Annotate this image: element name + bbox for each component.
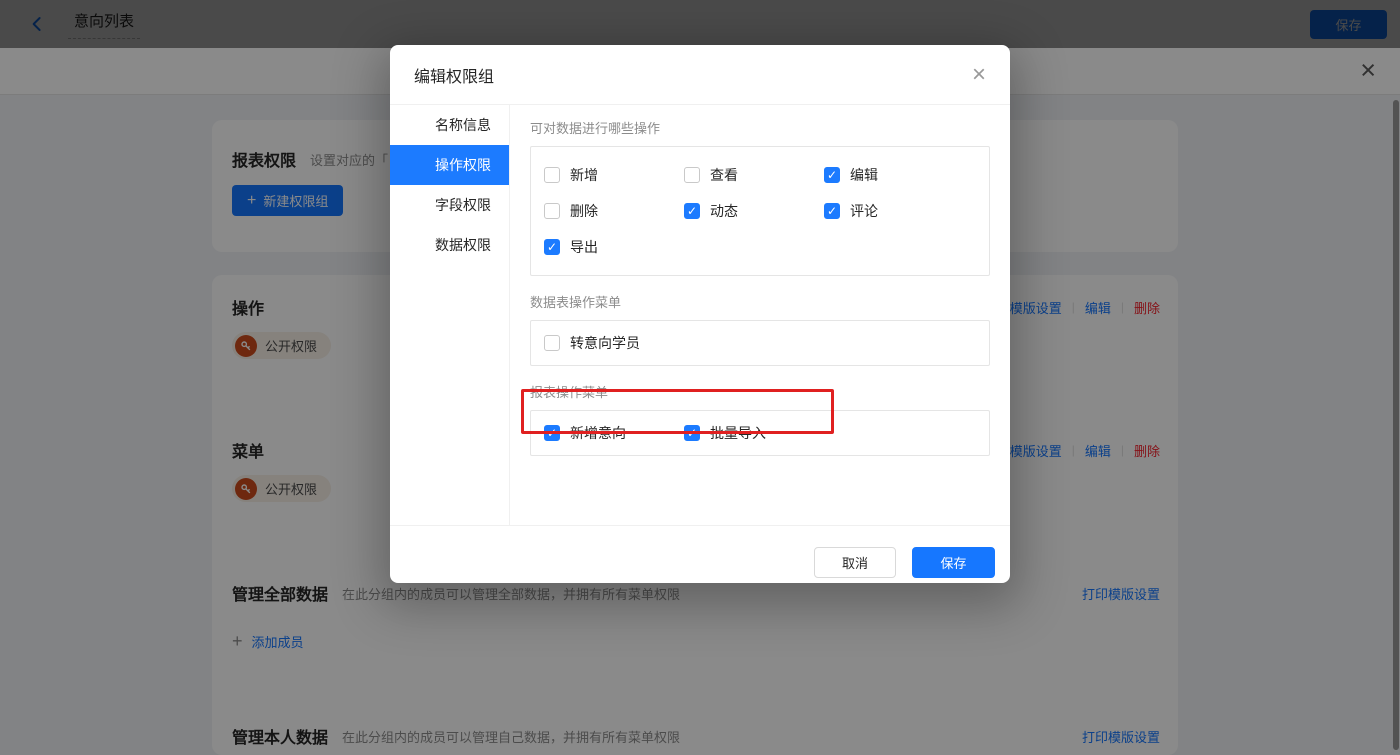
checkbox-edit[interactable]: ✓	[824, 167, 840, 183]
edit-permission-group-modal: 编辑权限组 × 名称信息 操作权限 字段权限 数据权限 可对数据进行哪些操作 ✓…	[390, 45, 1010, 583]
checkbox-add-intent[interactable]: ✓	[544, 425, 560, 441]
checkbox-item-view[interactable]: ✓ 查看	[684, 157, 824, 193]
cancel-button[interactable]: 取消	[814, 547, 896, 578]
check-icon: ✓	[686, 204, 698, 218]
save-button[interactable]: 保存	[912, 547, 995, 578]
modal-close-icon[interactable]: ×	[972, 62, 986, 87]
check-icon: ✓	[546, 426, 558, 440]
checkbox-add[interactable]: ✓	[544, 167, 560, 183]
checkbox-item-batch-import[interactable]: ✓ 批量导入	[684, 415, 824, 451]
checkbox-view[interactable]: ✓	[684, 167, 700, 183]
checkbox-item-activity[interactable]: ✓ 动态	[684, 193, 824, 229]
checkbox-item-comment[interactable]: ✓ 评论	[824, 193, 964, 229]
check-icon: ✓	[686, 426, 698, 440]
tab-operation-permission[interactable]: 操作权限	[390, 145, 509, 185]
checkbox-delete[interactable]: ✓	[544, 203, 560, 219]
table-menu-box: ✓ 转意向学员	[530, 320, 990, 366]
checkbox-batch-import[interactable]: ✓	[684, 425, 700, 441]
check-icon: ✓	[826, 204, 838, 218]
modal-header: 编辑权限组 ×	[390, 45, 1010, 105]
section-label-data-ops: 可对数据进行哪些操作	[530, 121, 661, 136]
checkbox-transfer-student[interactable]: ✓	[544, 335, 560, 351]
tab-data-permission[interactable]: 数据权限	[390, 225, 509, 265]
checkbox-item-transfer-student[interactable]: ✓ 转意向学员	[544, 325, 684, 361]
checkbox-comment[interactable]: ✓	[824, 203, 840, 219]
modal-content: 可对数据进行哪些操作 ✓ 新增 ✓ 查看 ✓ 编辑 ✓ 删除	[510, 105, 1010, 525]
checkbox-item-add[interactable]: ✓ 新增	[544, 157, 684, 193]
checkbox-item-add-intent[interactable]: ✓ 新增意向	[544, 415, 684, 451]
section-label-table-menu: 数据表操作菜单	[530, 295, 622, 310]
checkbox-item-delete[interactable]: ✓ 删除	[544, 193, 684, 229]
checkbox-item-export[interactable]: ✓ 导出	[544, 229, 684, 265]
checkbox-activity[interactable]: ✓	[684, 203, 700, 219]
modal-sidebar: 名称信息 操作权限 字段权限 数据权限	[390, 105, 510, 525]
check-icon: ✓	[826, 168, 838, 182]
modal-body: 名称信息 操作权限 字段权限 数据权限 可对数据进行哪些操作 ✓ 新增 ✓ 查看…	[390, 105, 1010, 525]
modal-footer: 取消 保存	[390, 525, 1010, 583]
checkbox-item-edit[interactable]: ✓ 编辑	[824, 157, 964, 193]
modal-title: 编辑权限组	[414, 68, 495, 86]
report-menu-box: ✓ 新增意向 ✓ 批量导入	[530, 410, 990, 456]
tab-name-info[interactable]: 名称信息	[390, 105, 509, 145]
data-ops-box: ✓ 新增 ✓ 查看 ✓ 编辑 ✓ 删除 ✓ 动态	[530, 146, 990, 276]
checkbox-export[interactable]: ✓	[544, 239, 560, 255]
section-label-report-menu: 报表操作菜单	[530, 385, 609, 400]
tab-field-permission[interactable]: 字段权限	[390, 185, 509, 225]
check-icon: ✓	[546, 240, 558, 254]
